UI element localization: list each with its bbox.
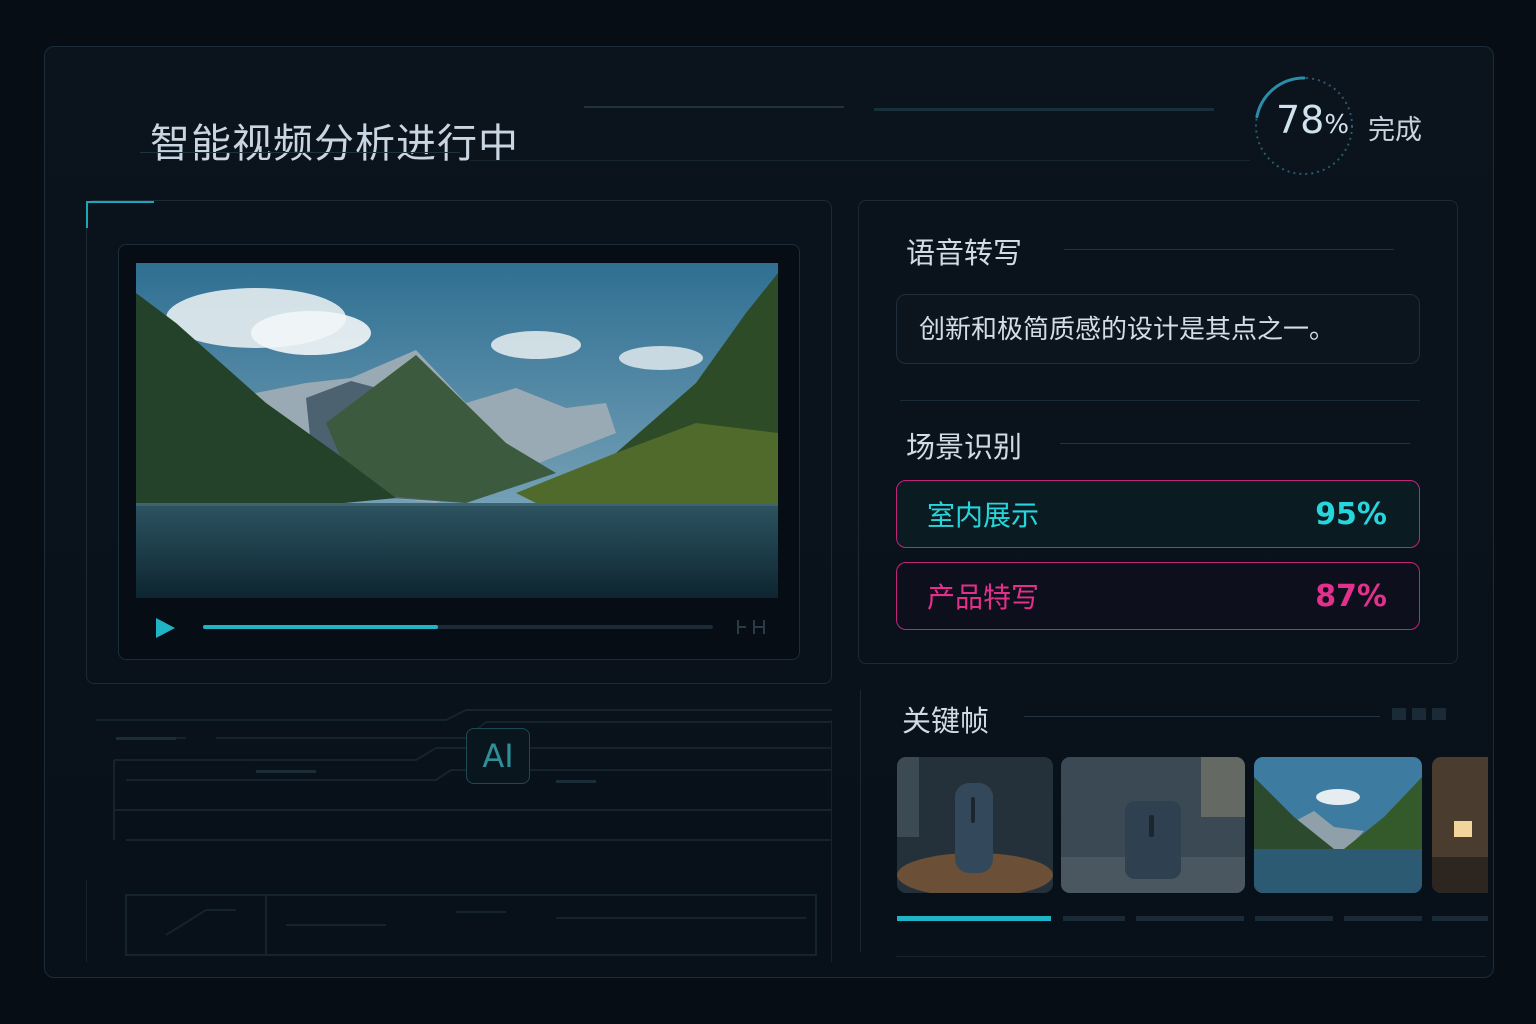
ai-badge: AI	[466, 728, 530, 784]
product-speaker-image	[897, 757, 1053, 893]
product-cup-image	[1061, 757, 1245, 893]
scene-item-indoor-display[interactable]: 室内展示 95%	[896, 480, 1420, 548]
circuit-decoration	[86, 709, 832, 962]
keyframe-indicator	[1063, 916, 1125, 921]
title-divider	[470, 160, 1250, 161]
mountain-lake-thumb-image	[1254, 757, 1422, 893]
scene-confidence: 87%	[1315, 578, 1387, 614]
heading-divider	[1060, 443, 1410, 444]
keyframes-heading: 关键帧	[902, 704, 990, 738]
footer-divider	[896, 956, 1486, 957]
keyframe-indicator	[1432, 916, 1488, 921]
mountain-lake-scene	[136, 263, 778, 598]
section-divider	[900, 400, 1420, 401]
transcript-text: 创新和极简质感的设计是其点之一。	[896, 294, 1420, 364]
page-title: 智能视频分析进行中	[150, 120, 519, 167]
fullscreen-icon[interactable]	[736, 617, 766, 637]
progress-label: 完成	[1368, 115, 1422, 146]
keyframes-indicator	[1392, 708, 1446, 720]
play-icon[interactable]	[154, 617, 176, 639]
seek-bar[interactable]	[203, 625, 713, 629]
panel-corner-accent	[86, 201, 154, 228]
title-divider	[584, 106, 844, 108]
keyframe-thumbnail[interactable]	[1432, 757, 1488, 893]
keyframe-active-indicator	[897, 916, 1051, 921]
scene-heading: 场景识别	[906, 430, 1023, 464]
title-divider	[874, 108, 1214, 111]
keyframe-thumbnail[interactable]	[1061, 757, 1245, 893]
progress-unit: %	[1324, 110, 1350, 140]
keyframe-thumbnail[interactable]	[897, 757, 1053, 893]
scene-label: 室内展示	[927, 499, 1040, 532]
heading-divider	[1064, 249, 1394, 250]
keyframe-indicator	[1344, 916, 1422, 921]
title-divider	[140, 152, 460, 153]
scene-label: 产品特写	[927, 581, 1040, 614]
keyframe-indicator	[1136, 916, 1244, 921]
keyframe-thumbnail[interactable]	[1254, 757, 1422, 893]
scene-item-product-closeup[interactable]: 产品特写 87%	[896, 562, 1420, 630]
video-frame[interactable]	[136, 263, 778, 598]
seek-bar-progress	[203, 625, 438, 629]
progress-percentage: 78%	[1276, 98, 1349, 142]
progress-value: 78	[1276, 98, 1325, 142]
panel-divider	[860, 690, 861, 952]
transcript-heading: 语音转写	[906, 236, 1023, 270]
heading-divider	[1024, 716, 1380, 717]
scene-confidence: 95%	[1315, 496, 1387, 532]
interior-room-image	[1432, 757, 1488, 893]
keyframe-indicator	[1255, 916, 1333, 921]
